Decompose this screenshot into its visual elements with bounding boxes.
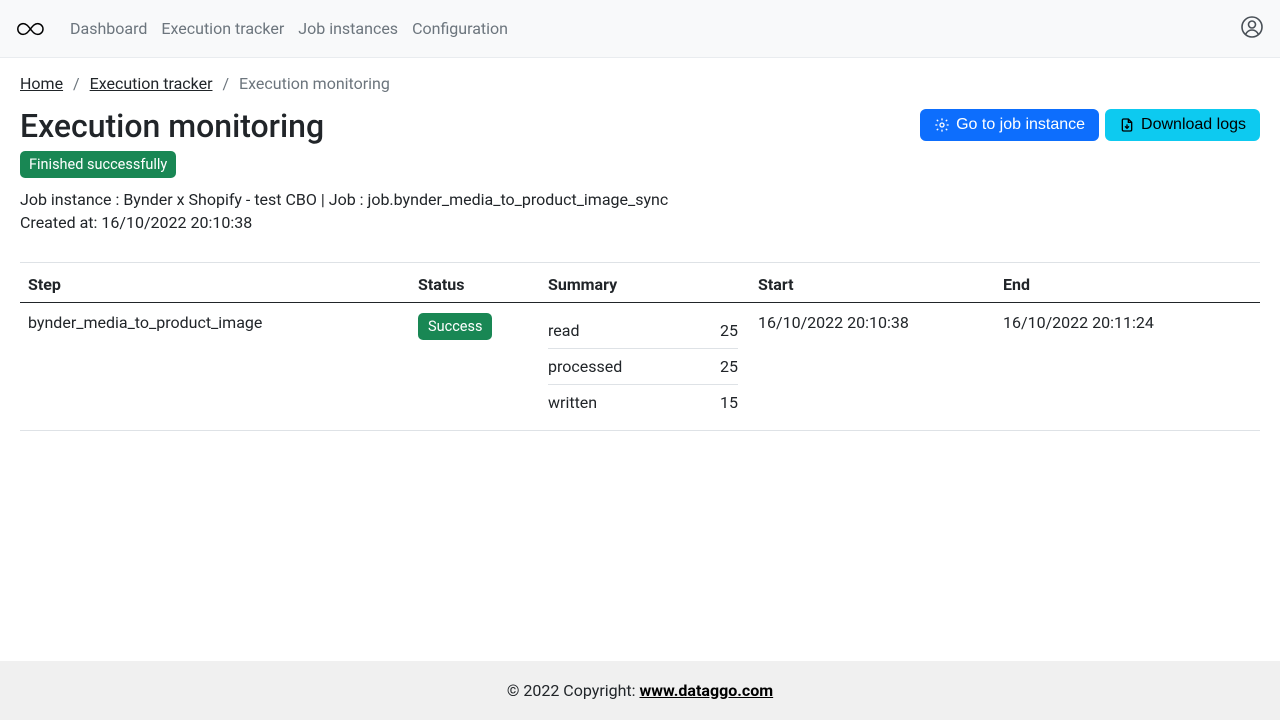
user-circle-icon [1240, 15, 1264, 39]
meta-job-instance: Job instance : Bynder x Shopify - test C… [20, 188, 1260, 211]
cell-status: Success [410, 303, 540, 431]
action-buttons: Go to job instance Download logs [920, 109, 1260, 141]
page-content: Home / Execution tracker / Execution mon… [0, 58, 1280, 661]
go-to-job-instance-label: Go to job instance [956, 116, 1085, 134]
meta-created-at: Created at: 16/10/2022 20:10:38 [20, 211, 1260, 234]
nav-execution-tracker[interactable]: Execution tracker [161, 19, 284, 38]
summary-item-processed: processed 25 [548, 349, 738, 385]
footer-copyright: © 2022 Copyright: [507, 681, 640, 700]
summary-value: 15 [720, 393, 738, 412]
summary-label: processed [548, 357, 622, 376]
cell-start: 16/10/2022 20:10:38 [750, 303, 995, 431]
breadcrumb-sep: / [73, 74, 80, 93]
nav-job-instances[interactable]: Job instances [298, 19, 398, 38]
summary-item-written: written 15 [548, 385, 738, 420]
footer: © 2022 Copyright: www.dataggo.com [0, 661, 1280, 720]
cell-end: 16/10/2022 20:11:24 [995, 303, 1260, 431]
nav-configuration[interactable]: Configuration [412, 19, 508, 38]
summary-value: 25 [720, 321, 738, 340]
table-row: bynder_media_to_product_image Success re… [20, 303, 1260, 431]
page-title: Execution monitoring [20, 107, 324, 145]
th-status: Status [410, 263, 540, 303]
cell-summary: read 25 processed 25 written 15 [540, 303, 750, 431]
navbar: Dashboard Execution tracker Job instance… [0, 0, 1280, 58]
cell-step: bynder_media_to_product_image [20, 303, 410, 431]
summary-item-read: read 25 [548, 313, 738, 349]
breadcrumb-current: Execution monitoring [239, 74, 390, 93]
download-logs-button[interactable]: Download logs [1105, 109, 1260, 141]
meta-lines: Job instance : Bynder x Shopify - test C… [20, 188, 1260, 234]
summary-label: written [548, 393, 597, 412]
th-step: Step [20, 263, 410, 303]
gear-icon [934, 117, 950, 133]
footer-link[interactable]: www.dataggo.com [640, 681, 774, 700]
status-badge: Finished successfully [20, 151, 176, 178]
user-menu[interactable] [1240, 15, 1264, 43]
title-row: Execution monitoring Go to job instance … [20, 107, 1260, 145]
nav-dashboard[interactable]: Dashboard [70, 19, 147, 38]
go-to-job-instance-button[interactable]: Go to job instance [920, 109, 1099, 141]
nav-links: Dashboard Execution tracker Job instance… [70, 19, 508, 38]
th-end: End [995, 263, 1260, 303]
step-status-badge: Success [418, 313, 492, 340]
breadcrumb-home[interactable]: Home [20, 74, 63, 93]
breadcrumb: Home / Execution tracker / Execution mon… [20, 74, 1260, 93]
file-download-icon [1119, 117, 1135, 133]
infinity-icon [16, 19, 52, 39]
th-summary: Summary [540, 263, 750, 303]
table-header-row: Step Status Summary Start End [20, 263, 1260, 303]
summary-label: read [548, 321, 579, 340]
logo[interactable] [16, 19, 52, 39]
breadcrumb-sep: / [222, 74, 229, 93]
summary-list: read 25 processed 25 written 15 [548, 313, 738, 420]
download-logs-label: Download logs [1141, 116, 1246, 134]
breadcrumb-tracker[interactable]: Execution tracker [90, 74, 213, 93]
summary-value: 25 [720, 357, 738, 376]
th-start: Start [750, 263, 995, 303]
steps-table: Step Status Summary Start End bynder_med… [20, 263, 1260, 431]
